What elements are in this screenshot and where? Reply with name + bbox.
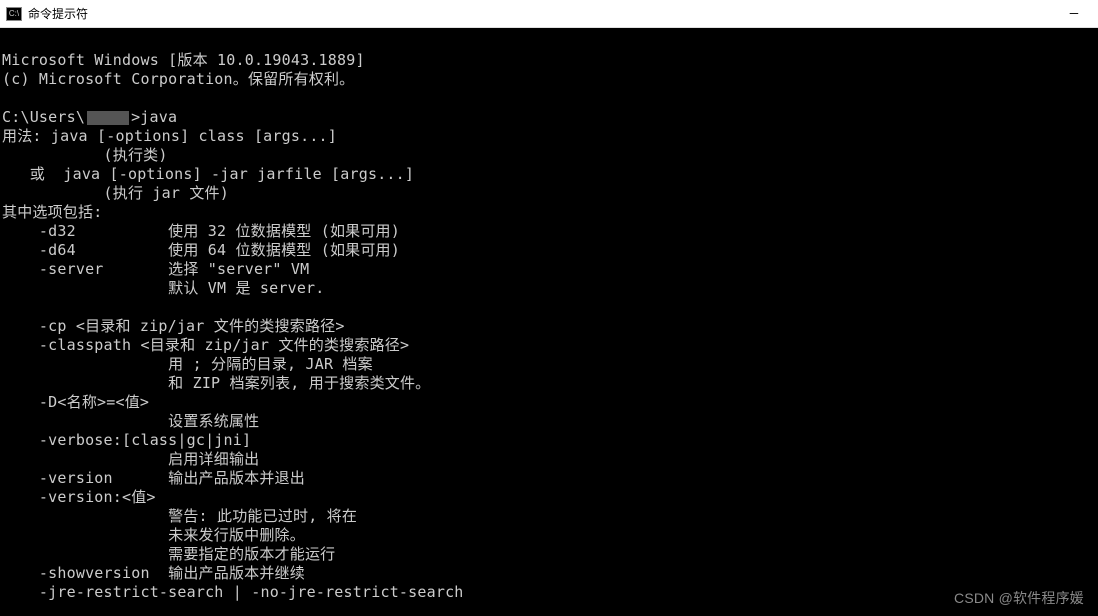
terminal-line: 警告: 此功能已过时, 将在: [2, 507, 357, 525]
redacted-username: [87, 111, 129, 125]
terminal-line: 用法: java [-options] class [args...]: [2, 127, 337, 145]
prompt-command: >java: [131, 108, 177, 126]
terminal-line: -d64 使用 64 位数据模型 (如果可用): [2, 241, 400, 259]
terminal-line: Microsoft Windows [版本 10.0.19043.1889]: [2, 51, 365, 69]
terminal-line: -D<名称>=<值>: [2, 393, 149, 411]
terminal-line: 需要指定的版本才能运行: [2, 545, 335, 563]
watermark: CSDN @软件程序媛: [954, 589, 1084, 608]
terminal-line: 未来发行版中删除。: [2, 526, 305, 544]
minimize-button[interactable]: —: [1054, 0, 1094, 28]
terminal-line: (执行 jar 文件): [2, 184, 229, 202]
cmd-prompt-icon: C:\: [6, 7, 22, 21]
terminal-line: -showversion 输出产品版本并继续: [2, 564, 305, 582]
terminal-line: (c) Microsoft Corporation。保留所有权利。: [2, 70, 354, 88]
terminal-line: 设置系统属性: [2, 412, 259, 430]
terminal-line: 其中选项包括:: [2, 203, 102, 221]
terminal-line: -server 选择 "server" VM: [2, 260, 309, 278]
terminal-line: -verbose:[class|gc|jni]: [2, 431, 251, 449]
window-controls: —: [1054, 0, 1094, 28]
terminal-line: 或 java [-options] -jar jarfile [args...]: [2, 165, 414, 183]
terminal-line: 用 ; 分隔的目录, JAR 档案: [2, 355, 373, 373]
terminal-line: 和 ZIP 档案列表, 用于搜索类文件。: [2, 374, 430, 392]
terminal-line: -version:<值>: [2, 488, 156, 506]
terminal-line: -d32 使用 32 位数据模型 (如果可用): [2, 222, 400, 240]
terminal-line: 启用详细输出: [2, 450, 259, 468]
titlebar: C:\ 命令提示符 —: [0, 0, 1098, 28]
terminal-line: -cp <目录和 zip/jar 文件的类搜索路径>: [2, 317, 345, 335]
terminal-line: (执行类): [2, 146, 168, 164]
terminal-line: -jre-restrict-search | -no-jre-restrict-…: [2, 583, 464, 601]
prompt-path: C:\Users\: [2, 108, 85, 126]
terminal-line: -classpath <目录和 zip/jar 文件的类搜索路径>: [2, 336, 409, 354]
terminal-line: -version 输出产品版本并退出: [2, 469, 305, 487]
window-title: 命令提示符: [28, 5, 88, 22]
terminal-output[interactable]: Microsoft Windows [版本 10.0.19043.1889] (…: [0, 28, 1098, 616]
terminal-line: 默认 VM 是 server.: [2, 279, 325, 297]
titlebar-left: C:\ 命令提示符: [6, 5, 88, 22]
